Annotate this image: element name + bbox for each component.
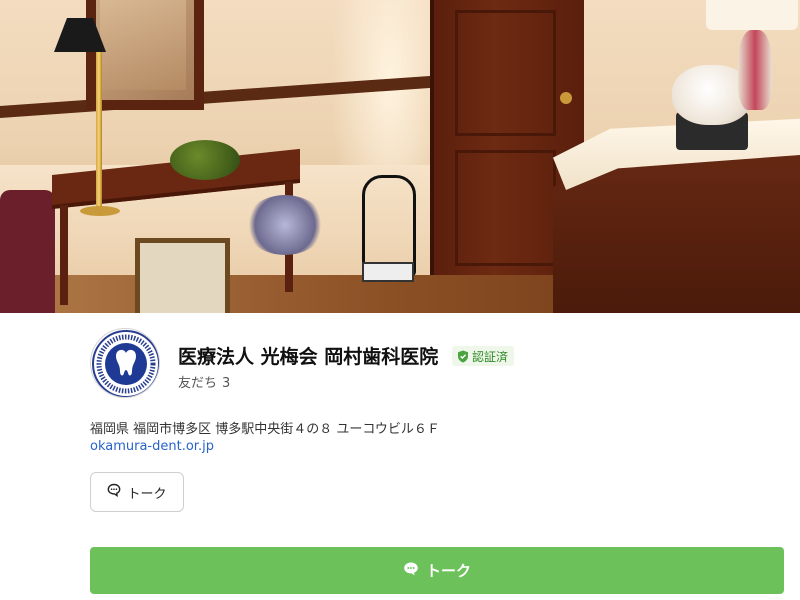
chat-bubble-icon (107, 483, 121, 501)
armchair (0, 190, 55, 313)
potted-plant (170, 140, 240, 180)
talk-button-secondary-label: トーク (127, 486, 167, 502)
shield-check-icon (457, 350, 469, 363)
table-lamp-base (80, 206, 120, 216)
door-panel-upper (455, 10, 556, 136)
door-knob (560, 92, 572, 104)
clinic-logo-icon (92, 330, 159, 397)
verified-badge: 認証済 (452, 346, 515, 366)
umbrella-stand (362, 175, 416, 276)
website-link[interactable]: okamura-dent.or.jp (90, 439, 214, 454)
cover-photo (0, 0, 800, 313)
door-panel-lower (455, 150, 556, 266)
talk-button-primary-label: トーク (425, 562, 471, 580)
framed-painting (135, 238, 230, 313)
friends-label: 友だち (178, 376, 218, 391)
friends-count: 3 (222, 376, 231, 391)
talk-button-secondary[interactable]: トーク (90, 472, 184, 512)
table-leg (60, 205, 68, 305)
table-lamp-shade (68, 18, 92, 52)
table-lamp-pole (96, 52, 102, 212)
umbrella-stand-base (362, 262, 414, 282)
friends-info: 友だち 3 (178, 372, 230, 391)
counter-lamp-vase (738, 30, 772, 110)
mirror-glass (100, 0, 186, 90)
counter-lamp-shade (706, 0, 798, 30)
flower-arrangement (245, 195, 325, 255)
account-name: 医療法人 光梅会 岡村歯科医院 (178, 346, 439, 368)
chat-bubble-icon (403, 561, 419, 581)
verified-label: 認証済 (472, 349, 509, 364)
talk-button-primary[interactable]: トーク (90, 547, 784, 594)
address-text: 福岡県 福岡市博多区 博多駅中央街４の８ ユーコウビル６Ｆ (90, 422, 440, 437)
clinic-logo[interactable] (90, 328, 160, 398)
